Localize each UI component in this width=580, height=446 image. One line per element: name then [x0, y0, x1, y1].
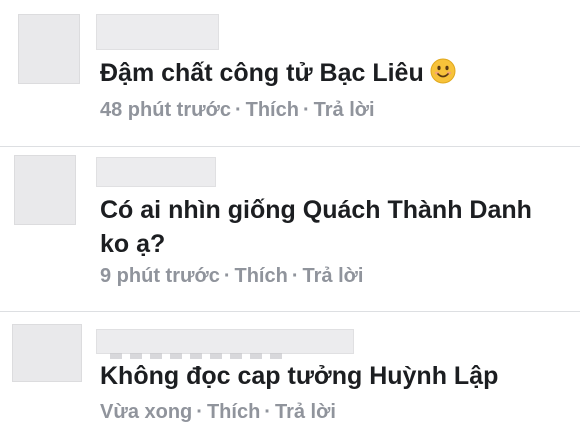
- timestamp[interactable]: 9 phút trước: [100, 265, 220, 287]
- comment-text: Đậm chất công tử Bạc Liêu: [100, 56, 456, 90]
- comment-item: Không đọc cap tưởng Huỳnh Lập Vừa xong · T…: [0, 312, 580, 446]
- author-name-redacted[interactable]: [96, 157, 216, 187]
- reply-button[interactable]: Trả lời: [303, 265, 364, 287]
- comment-text-line-2: ko ạ?: [100, 230, 166, 258]
- timestamp[interactable]: Vừa xong: [100, 401, 192, 423]
- comment-meta: 9 phút trước · Thích · Trả lời: [100, 264, 363, 288]
- comment-item: Đậm chất công tử Bạc Liêu 48 phút trước ·…: [0, 0, 580, 146]
- comment-text-content: Đậm chất công tử Bạc Liêu: [100, 59, 424, 87]
- separator: ·: [196, 401, 203, 423]
- comment-text-content: Không đọc cap tưởng Huỳnh Lập: [100, 362, 499, 390]
- separator: ·: [302, 99, 310, 121]
- smiling-face-icon: [430, 58, 456, 84]
- avatar[interactable]: [14, 155, 76, 225]
- author-name-redacted[interactable]: [96, 14, 219, 50]
- comment-text: Không đọc cap tưởng Huỳnh Lập: [100, 359, 498, 393]
- timestamp[interactable]: 48 phút trước: [100, 99, 231, 121]
- avatar[interactable]: [12, 324, 82, 382]
- like-button[interactable]: Thích: [235, 265, 288, 287]
- like-button[interactable]: Thích: [207, 401, 260, 423]
- separator: ·: [264, 401, 271, 423]
- comment-text: Có ai nhìn giống Quách Thành Danh ko ạ?: [100, 193, 532, 261]
- separator: ·: [234, 99, 242, 121]
- reply-button[interactable]: Trả lời: [314, 99, 375, 121]
- author-name-redacted[interactable]: [96, 329, 354, 354]
- avatar[interactable]: [18, 14, 80, 84]
- like-button[interactable]: Thích: [246, 99, 299, 121]
- comment-item: Có ai nhìn giống Quách Thành Danh ko ạ? …: [0, 147, 580, 311]
- separator: ·: [223, 265, 231, 287]
- comment-text-line-1: Có ai nhìn giống Quách Thành Danh: [100, 196, 532, 224]
- reply-button[interactable]: Trả lời: [275, 401, 336, 423]
- comment-meta: 48 phút trước · Thích · Trả lời: [100, 98, 375, 122]
- comment-meta: Vừa xong · Thích · Trả lời: [100, 400, 336, 424]
- separator: ·: [291, 265, 299, 287]
